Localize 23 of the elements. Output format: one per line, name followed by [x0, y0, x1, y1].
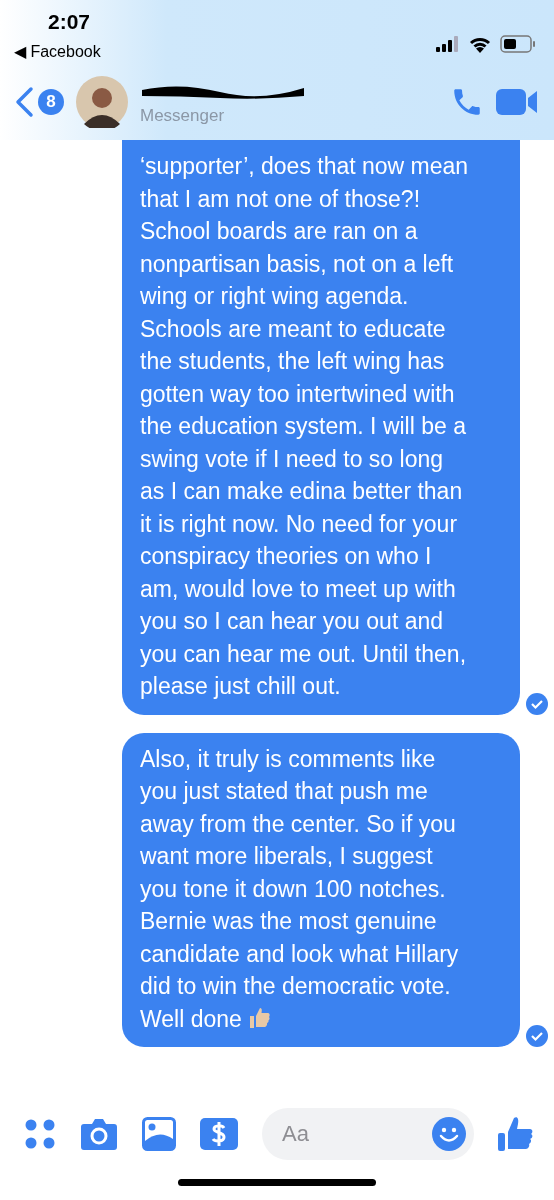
back-to-app-link[interactable]: ◀ Facebook: [14, 42, 101, 61]
battery-icon: [500, 35, 536, 53]
status-time: 2:07: [48, 10, 91, 34]
apps-icon[interactable]: [24, 1118, 56, 1150]
unread-badge: 8: [38, 89, 64, 116]
dollar-icon[interactable]: [200, 1118, 238, 1150]
thumbs-up-icon[interactable]: [498, 1115, 534, 1153]
delivered-check-icon: [526, 1025, 548, 1047]
back-chevron-icon[interactable]: [14, 86, 34, 119]
contact-subtitle: Messenger: [140, 106, 226, 127]
image-icon[interactable]: [142, 1117, 176, 1151]
back-button[interactable]: 8: [14, 86, 64, 119]
message-text: ‘supporter’, does that now mean that I am not one of those?! School boards are ran on a nonpartisan basis, not on a left wing or right wing agenda. Schools are meant to educate the students, the left wing has gotten way too intertwined with the education system. I will be a swing vote if I need to so long as I can make edina better than it is right now. No need for your conspiracy theories on who I am, would love to meet up with you so I can hear you out and you can hear me out. Until then, please just chill out.: [140, 152, 470, 701]
avatar-icon[interactable]: [76, 76, 128, 129]
video-camera-icon[interactable]: [496, 87, 538, 118]
emoji-icon[interactable]: [432, 1117, 466, 1151]
message-input-field[interactable]: Aa: [262, 1108, 474, 1160]
message-text: Also, it truly is comments like you just stated that push me away from the center. So if you want more liberals, I suggest you tone it down 100 notches. Bernie was the most genuine candidate and look what Hillary did to win the democratic vote. Well done: [140, 744, 460, 1034]
wifi-icon: [468, 35, 492, 53]
delivered-check-icon: [526, 692, 548, 715]
camera-icon[interactable]: [80, 1117, 118, 1151]
thumbs-up-icon: [247, 1005, 272, 1030]
signal-icon: [436, 36, 460, 52]
